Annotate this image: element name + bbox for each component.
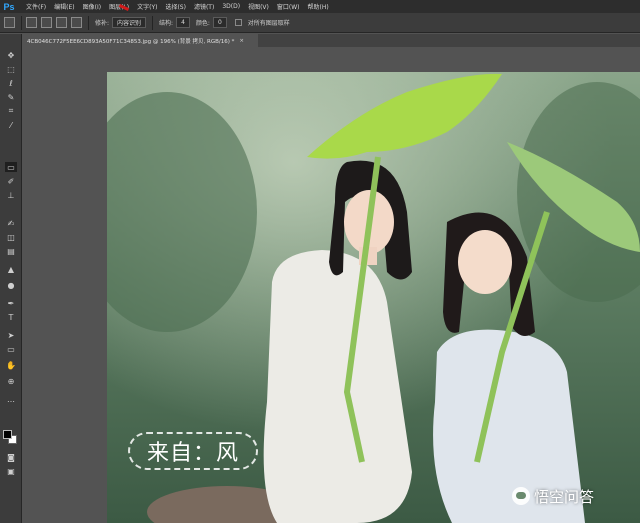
menu-image[interactable]: 图像(I) [83, 2, 101, 11]
menu-bar: Ps 文件(F) 编辑(E) 图像(I) 图层(L) 文字(Y) 选择(S) 滤… [0, 0, 640, 13]
menu-file[interactable]: 文件(F) [26, 2, 46, 11]
options-bar: 修补: 内容识别 结构: 4 颜色: 0 对所有图层取样 [0, 13, 640, 33]
menu-select[interactable]: 选择(S) [165, 2, 186, 11]
dodge-icon[interactable]: ● [5, 280, 17, 290]
quick-select-icon[interactable]: ✎ [5, 92, 17, 102]
subtract-selection-icon[interactable] [56, 17, 67, 28]
patch-tool-preset-icon[interactable] [4, 17, 15, 28]
healing-brush-icon[interactable]: ▭ [5, 162, 17, 172]
menu-window[interactable]: 窗口(W) [277, 2, 300, 11]
document-tab-bar: 4CB046C772F5EE6CD893A50F71C34853.jpg @ 1… [22, 34, 640, 47]
path-select-icon[interactable]: ➤ [5, 330, 17, 340]
zoom-icon[interactable]: ⊕ [5, 376, 17, 386]
tools-panel: ✥ ⬚ ℓ ✎ ⌗ ⁄ ▭ ✐ ⊥ ✍ ◫ ▤ ▲ ● ✒ T ➤ ▭ ✋ ⊕ … [0, 34, 22, 523]
color-label: 颜色: [195, 20, 210, 27]
menu-type[interactable]: 文字(Y) [137, 2, 157, 11]
intersect-selection-icon[interactable] [71, 17, 82, 28]
blur-icon[interactable]: ▲ [5, 264, 17, 274]
quick-mask-icon[interactable]: ◙ [5, 452, 17, 462]
eyedropper-icon[interactable]: ⁄ [5, 120, 17, 130]
foreground-color-swatch[interactable] [3, 430, 12, 439]
credit-overlay: 来自：风 [128, 432, 258, 470]
add-selection-icon[interactable] [41, 17, 52, 28]
watermark: 悟空问答 [512, 484, 594, 508]
patch-mode-select[interactable]: 内容识别 [112, 17, 147, 28]
options-divider [88, 15, 89, 30]
more-tools-icon[interactable]: … [5, 394, 17, 404]
watermark-text: 悟空问答 [534, 487, 595, 506]
new-selection-icon[interactable] [26, 17, 37, 28]
type-icon[interactable]: T [5, 312, 17, 322]
close-icon[interactable]: × [239, 38, 244, 44]
structure-select[interactable]: 4 [176, 17, 190, 28]
sample-all-layers-label: 对所有图层取样 [247, 20, 290, 27]
gradient-icon[interactable]: ▤ [5, 246, 17, 256]
options-divider [21, 15, 22, 30]
crop-icon[interactable]: ⌗ [5, 106, 17, 116]
document-tab[interactable]: 4CB046C772F5EE6CD893A50F71C34853.jpg @ 1… [22, 34, 258, 47]
screen-mode-icon[interactable]: ▣ [5, 466, 17, 476]
structure-label: 结构: [159, 20, 174, 27]
clone-stamp-icon[interactable]: ⊥ [5, 190, 17, 200]
photoshop-logo: Ps [3, 1, 15, 12]
history-brush-icon[interactable]: ✍ [5, 218, 17, 228]
pen-icon[interactable]: ✒ [5, 298, 17, 308]
sample-all-layers-checkbox[interactable] [234, 19, 242, 26]
patch-label: 修补: [95, 20, 110, 27]
hand-icon[interactable]: ✋ [5, 360, 17, 370]
brush-icon[interactable]: ✐ [5, 176, 17, 186]
color-select[interactable]: 0 [212, 17, 227, 28]
shape-icon[interactable]: ▭ [5, 344, 17, 354]
menu-help[interactable]: 帮助(H) [308, 2, 329, 11]
document-tab-title: 4CB046C772F5EE6CD893A50F71C34853.jpg @ 1… [27, 38, 235, 45]
menu-3d[interactable]: 3D(D) [222, 3, 240, 10]
menu-filter[interactable]: 滤镜(T) [194, 2, 214, 11]
move-icon[interactable]: ✥ [5, 50, 17, 60]
menu-view[interactable]: 视图(V) [248, 2, 269, 11]
menu-edit[interactable]: 编辑(E) [54, 2, 74, 11]
wukong-logo-icon [512, 487, 530, 505]
eraser-icon[interactable]: ◫ [5, 232, 17, 242]
options-divider [152, 15, 154, 30]
lasso-icon[interactable]: ℓ [5, 78, 17, 88]
marquee-icon[interactable]: ⬚ [5, 64, 17, 74]
